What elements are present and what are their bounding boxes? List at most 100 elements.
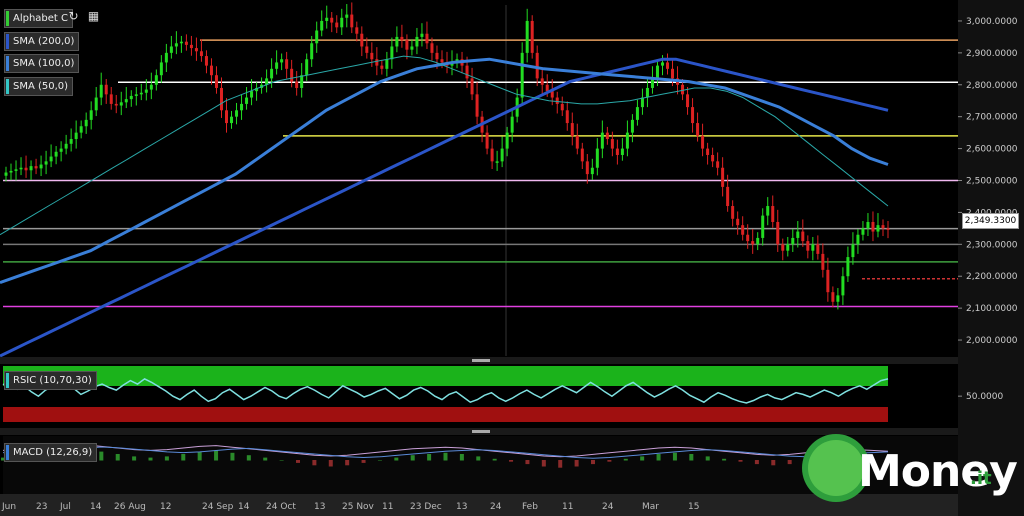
candle-body <box>134 94 138 96</box>
candle-body <box>595 148 599 168</box>
candle-body <box>746 234 750 242</box>
candle-body <box>104 84 108 95</box>
macd-histogram-bar <box>607 460 612 462</box>
y-tick-label: 2,700.0000 <box>966 113 1018 123</box>
calendar-icon[interactable]: ▦ <box>86 9 101 24</box>
macd-histogram-bar <box>164 456 169 461</box>
candle-body <box>615 148 619 155</box>
candle-body <box>149 84 153 90</box>
macd-histogram-bar <box>722 458 727 461</box>
y-tick-label: 3,000.0000 <box>966 17 1018 27</box>
y-tick-label: 2,800.0000 <box>966 81 1018 91</box>
candle-body <box>686 94 690 108</box>
candle-body <box>400 36 404 41</box>
legend-rsi[interactable]: RSIC (10,70,30) <box>4 371 97 390</box>
candle-body <box>590 167 594 175</box>
macd-histogram-bar <box>672 452 677 461</box>
candle-body <box>861 228 865 235</box>
candle-body <box>645 87 649 98</box>
macd-histogram-bar <box>541 460 546 467</box>
candle-body <box>886 228 890 230</box>
x-tick-label: Mar <box>642 502 659 512</box>
x-tick-label: 26 Aug <box>114 502 146 512</box>
candle-body <box>375 59 379 66</box>
candle-body <box>751 241 755 245</box>
y-tick-label: 2,000.0000 <box>966 336 1018 346</box>
legend-alphabet-c[interactable]: Alphabet C <box>4 9 74 28</box>
candle-body <box>510 116 514 133</box>
candle-body <box>470 78 474 95</box>
x-tick-label: 14 <box>238 502 250 512</box>
candle-body <box>756 237 760 245</box>
candle-body <box>194 48 198 52</box>
candle-body <box>731 206 735 219</box>
candle-body <box>54 151 58 157</box>
macd-histogram-bar <box>509 460 514 462</box>
candle-body <box>345 14 349 18</box>
macd-histogram-bar <box>148 457 153 461</box>
macd-histogram-bar <box>377 460 382 461</box>
x-tick-label: 24 <box>602 502 614 512</box>
legend-swatch <box>6 56 9 71</box>
candle-body <box>124 99 128 103</box>
candle-body <box>315 30 319 44</box>
legend-sma-100[interactable]: SMA (100,0) <box>4 54 80 73</box>
candle-body <box>214 75 218 88</box>
candle-body <box>711 154 715 162</box>
candle-body <box>240 103 244 111</box>
candle-body <box>59 148 63 152</box>
x-tick-label: 11 <box>382 502 393 512</box>
macd-histogram-bar <box>525 460 530 465</box>
macd-histogram-bar <box>459 454 464 461</box>
x-tick-label: Jul <box>59 502 71 512</box>
candle-body <box>816 244 820 254</box>
y-tick-label: 2,900.0000 <box>966 49 1018 59</box>
legend-swatch <box>6 11 9 26</box>
candle-body <box>84 119 88 127</box>
candle-body <box>295 81 299 88</box>
candle-body <box>666 62 669 69</box>
candle-body <box>305 59 309 76</box>
candle-body <box>520 52 524 98</box>
legend-sma-200[interactable]: SMA (200,0) <box>4 32 80 51</box>
candle-body <box>219 87 223 111</box>
x-tick-label: 11 <box>562 502 573 512</box>
legend-swatch <box>6 34 9 49</box>
candle-body <box>555 97 559 104</box>
candle-body <box>495 161 499 163</box>
candle-body <box>164 52 168 63</box>
candle-body <box>660 62 664 66</box>
y-tick-label: 2,200.0000 <box>966 272 1018 282</box>
candle-body <box>851 244 855 258</box>
candle-body <box>505 132 509 149</box>
refresh-icon[interactable]: ↻ <box>66 9 81 24</box>
candle-body <box>741 225 745 235</box>
pane-divider-handle <box>472 359 490 362</box>
candle-body <box>771 206 775 222</box>
legend-label: RSIC (10,70,30) <box>13 375 92 386</box>
candle-body <box>49 156 53 162</box>
candle-body <box>24 167 28 171</box>
candle-body <box>671 68 675 79</box>
legend-macd[interactable]: MACD (12,26,9) <box>4 443 98 462</box>
macd-histogram-bar <box>771 460 776 466</box>
candle-body <box>290 68 294 82</box>
candle-body <box>485 132 489 149</box>
candle-body <box>410 46 414 50</box>
candle-body <box>540 78 544 85</box>
candle-body <box>189 44 193 49</box>
candle-body <box>184 41 188 45</box>
y-tick-label: 2,600.0000 <box>966 145 1018 155</box>
macd-histogram-bar <box>394 457 399 461</box>
candle-body <box>415 36 419 47</box>
legend-label: MACD (12,26,9) <box>13 447 93 458</box>
candle-body <box>871 221 875 232</box>
candle-body <box>34 166 38 169</box>
candle-body <box>535 52 539 79</box>
last-price-box: 2,349.3300 <box>962 213 1019 229</box>
macd-histogram-bar <box>492 458 497 461</box>
candle-body <box>836 295 840 302</box>
candle-body <box>380 65 384 69</box>
legend-sma-50[interactable]: SMA (50,0) <box>4 77 74 96</box>
macd-histogram-bar <box>328 460 333 467</box>
